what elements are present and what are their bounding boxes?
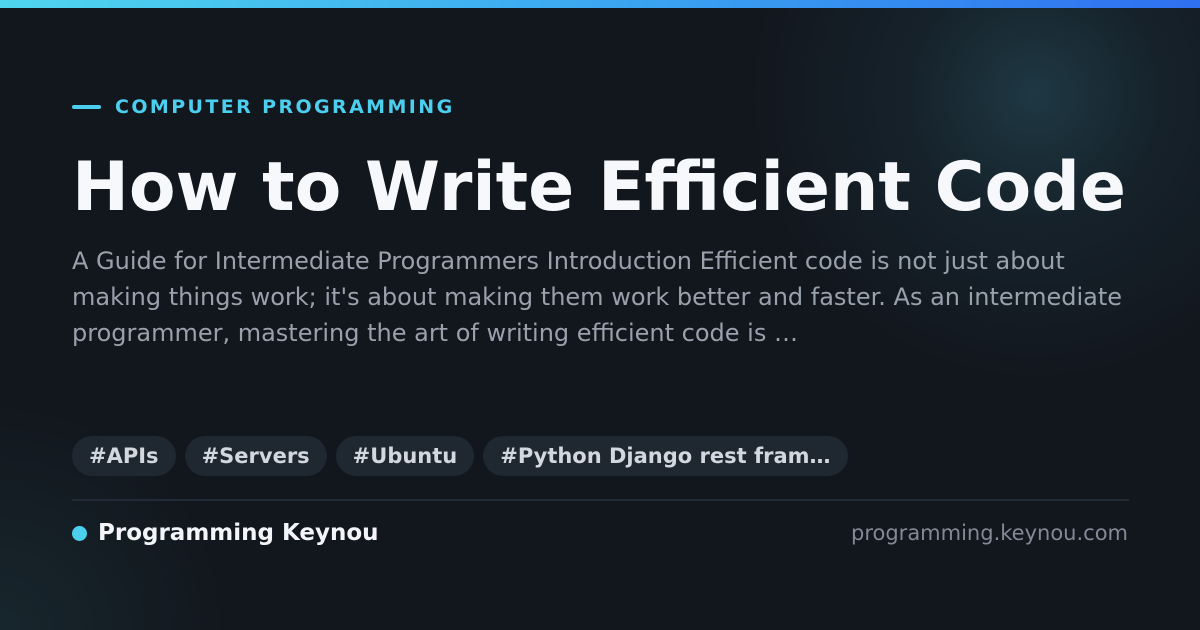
category-dash xyxy=(72,105,101,109)
site-name: Programming Keynou xyxy=(98,520,379,546)
article-title: How to Write Efficient Code xyxy=(72,148,1126,227)
site-brand: Programming Keynou xyxy=(72,518,379,548)
article-excerpt: A Guide for Intermediate Programmers Int… xyxy=(72,247,1123,347)
footer-divider xyxy=(72,499,1129,501)
top-accent-bar xyxy=(0,0,1200,8)
category-row: COMPUTER PROGRAMMING xyxy=(72,96,455,118)
tag-python-django: #Python Django rest fram… xyxy=(483,436,848,476)
site-url: programming.keynou.com xyxy=(851,521,1128,545)
tag-ubuntu: #Ubuntu xyxy=(335,436,475,476)
tag-list: #APIs #Servers #Ubuntu #Python Django re… xyxy=(72,436,857,476)
tag-servers: #Servers xyxy=(184,436,327,476)
share-card: COMPUTER PROGRAMMING How to Write Effici… xyxy=(0,0,1200,630)
category-label: COMPUTER PROGRAMMING xyxy=(115,96,455,118)
tag-apis: #APIs xyxy=(72,436,176,476)
site-dot-icon xyxy=(72,525,87,541)
